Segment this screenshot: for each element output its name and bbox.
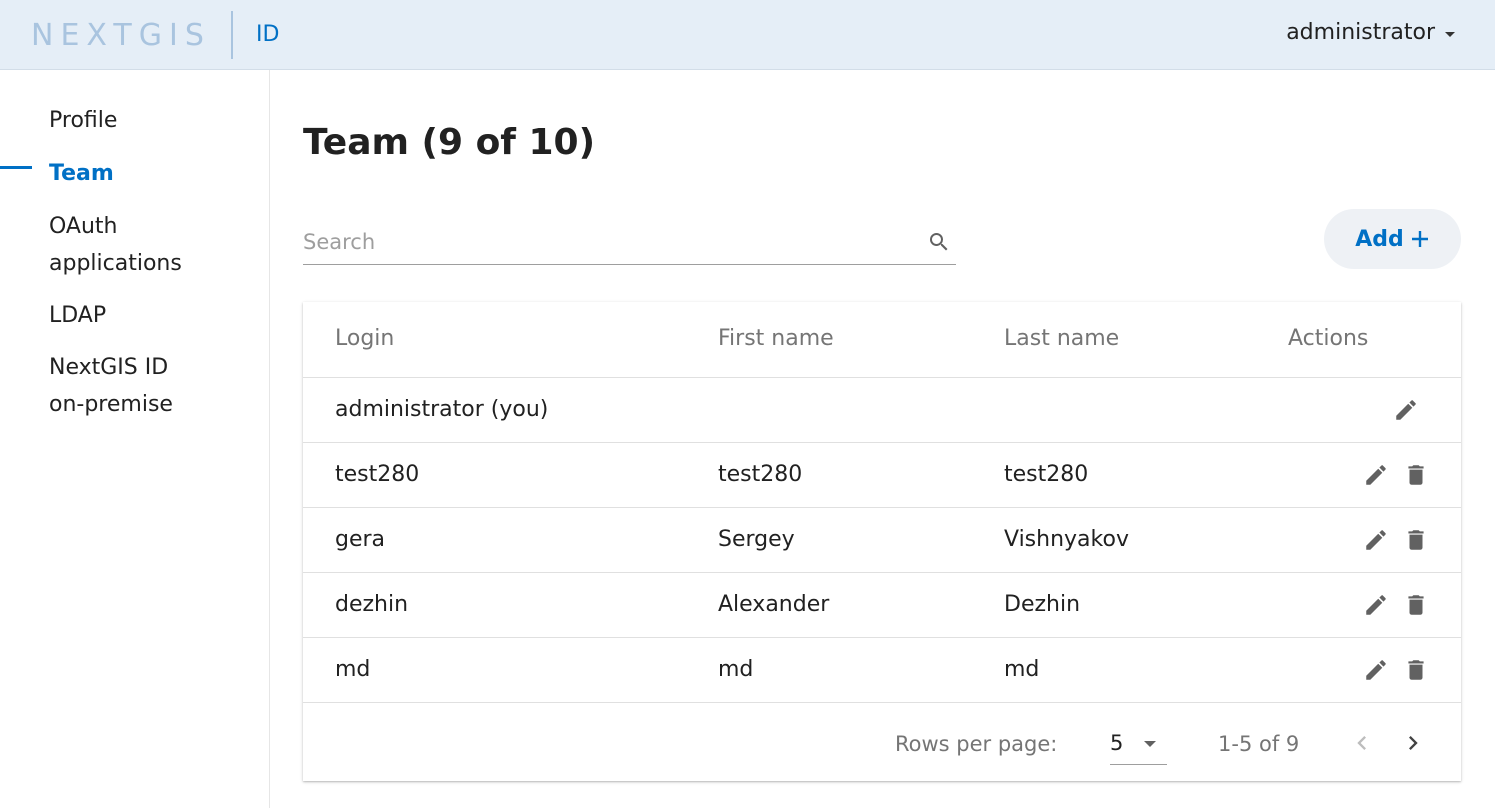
product-name[interactable]: ID xyxy=(256,22,279,47)
table-row: dezhin Alexander Dezhin xyxy=(303,573,1461,638)
table-pagination: Rows per page: 5 1-5 of 9 xyxy=(303,703,1461,781)
cell-first-name: Sergey xyxy=(718,527,795,552)
cell-login: gera xyxy=(335,527,386,552)
column-header-last-name: Last name xyxy=(1004,326,1120,351)
app-header: NEXTGIS ID administrator xyxy=(0,0,1495,70)
add-button-label: Add xyxy=(1355,226,1404,252)
plus-icon xyxy=(1410,229,1430,249)
search-icon[interactable] xyxy=(927,230,951,254)
rows-per-page-value: 5 xyxy=(1110,731,1124,755)
pencil-icon[interactable] xyxy=(1393,397,1419,423)
cell-last-name: md xyxy=(1004,657,1040,682)
team-table: Login First name Last name Actions admin… xyxy=(303,302,1461,781)
user-name: administrator xyxy=(1286,20,1435,45)
active-nav-indicator xyxy=(0,166,32,169)
cell-last-name: Dezhin xyxy=(1004,592,1081,617)
cell-first-name: md xyxy=(718,657,754,682)
logo-divider xyxy=(231,11,233,59)
pencil-icon[interactable] xyxy=(1363,527,1389,553)
trash-icon[interactable] xyxy=(1403,462,1429,488)
sidebar: Profile Team OAuth applications LDAP Nex… xyxy=(0,70,270,808)
table-header: Login First name Last name Actions xyxy=(303,302,1461,378)
sidebar-item-profile[interactable]: Profile xyxy=(49,102,249,139)
rows-per-page-select[interactable]: 5 xyxy=(1110,725,1167,765)
table-row: md md md xyxy=(303,638,1461,703)
column-header-login: Login xyxy=(335,326,395,351)
page-title: Team (9 of 10) xyxy=(303,122,596,163)
pencil-icon[interactable] xyxy=(1363,592,1389,618)
column-header-first-name: First name xyxy=(718,326,834,351)
trash-icon[interactable] xyxy=(1403,592,1429,618)
trash-icon[interactable] xyxy=(1403,527,1429,553)
table-row: test280 test280 test280 xyxy=(303,443,1461,508)
caret-down-icon xyxy=(1445,31,1455,37)
sidebar-item-team[interactable]: Team xyxy=(49,155,249,192)
nextgis-logo[interactable]: NEXTGIS xyxy=(31,18,211,53)
trash-icon[interactable] xyxy=(1403,657,1429,683)
caret-down-icon xyxy=(1144,741,1156,747)
add-user-button[interactable]: Add xyxy=(1324,209,1461,269)
user-menu[interactable]: administrator xyxy=(1286,20,1455,45)
pencil-icon[interactable] xyxy=(1363,657,1389,683)
cell-last-name: Vishnyakov xyxy=(1004,527,1129,552)
sidebar-item-oauth-applications[interactable]: OAuth applications xyxy=(49,208,219,282)
column-header-actions: Actions xyxy=(1288,326,1369,351)
cell-login: md xyxy=(335,657,371,682)
cell-login: administrator (you) xyxy=(335,397,549,422)
cell-first-name: test280 xyxy=(718,462,803,487)
sidebar-item-ldap[interactable]: LDAP xyxy=(49,297,249,334)
chevron-left-icon[interactable] xyxy=(1348,729,1376,757)
pagination-range: 1-5 of 9 xyxy=(1218,732,1300,756)
search-input[interactable] xyxy=(303,222,913,262)
cell-login: test280 xyxy=(335,462,420,487)
cell-first-name: Alexander xyxy=(718,592,830,617)
sidebar-item-nextgis-id-on-premise[interactable]: NextGIS ID on-premise xyxy=(49,349,209,423)
cell-last-name: test280 xyxy=(1004,462,1089,487)
table-row: administrator (you) xyxy=(303,378,1461,443)
search-field xyxy=(303,222,956,265)
chevron-right-icon[interactable] xyxy=(1399,729,1427,757)
pencil-icon[interactable] xyxy=(1363,462,1389,488)
rows-per-page-label: Rows per page: xyxy=(895,732,1058,756)
table-row: gera Sergey Vishnyakov xyxy=(303,508,1461,573)
cell-login: dezhin xyxy=(335,592,409,617)
